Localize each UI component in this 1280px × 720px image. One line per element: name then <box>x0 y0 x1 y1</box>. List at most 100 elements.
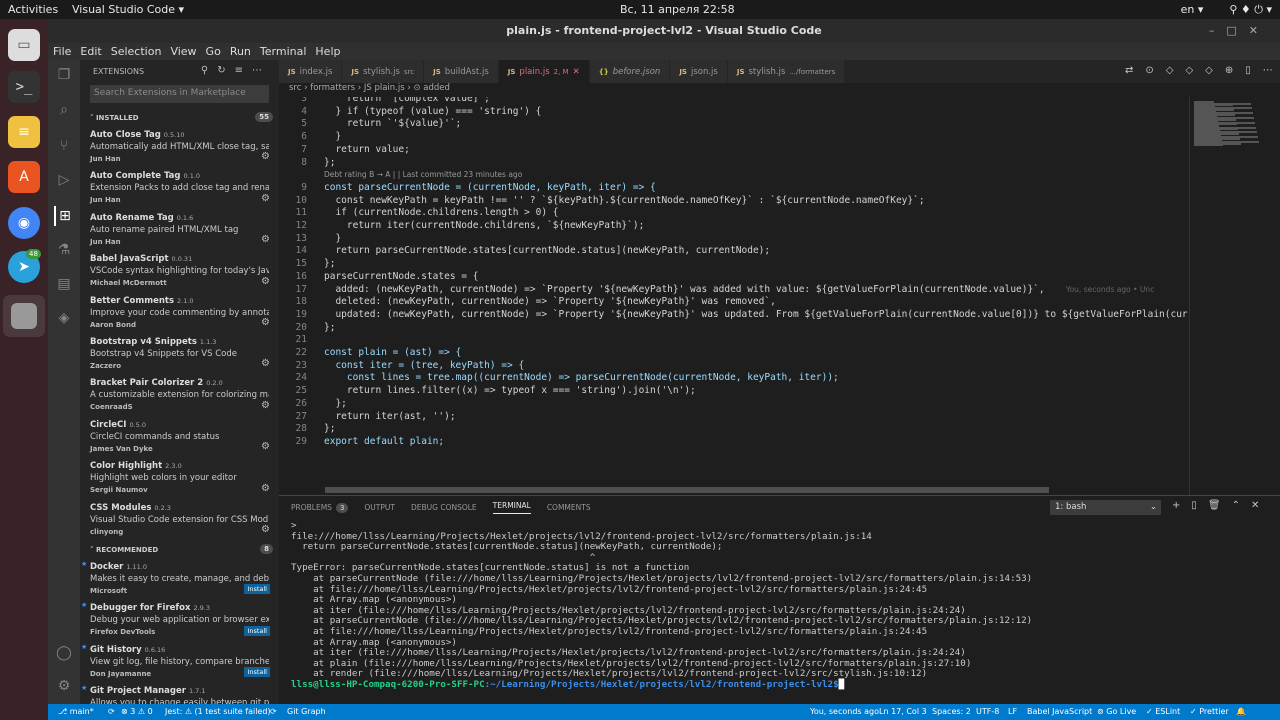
extension-item[interactable]: Better Comments 2.1.0 Improve your code co… <box>80 293 279 334</box>
activities-button[interactable]: Activities <box>8 3 58 16</box>
extension-item[interactable]: Auto Close Tag 0.5.10 Automatically add HT… <box>80 127 279 168</box>
manage-gear-icon[interactable]: ⚙ <box>261 151 270 162</box>
system-tray[interactable]: en ▾ ⚲ ♦ ⏻ ▾ <box>1181 3 1272 17</box>
search-icon[interactable]: ⌕ <box>54 100 74 120</box>
extension-item[interactable]: ★ Docker 1.11.0 Makes it easy to create, ma… <box>80 559 279 600</box>
testing-icon[interactable]: ⚗ <box>54 240 74 260</box>
extension-item[interactable]: CSS Modules 0.2.3 Visual Studio Code exten… <box>80 500 279 541</box>
source-control-icon[interactable]: ⑂ <box>54 136 74 156</box>
indentation[interactable]: Spaces: 2 <box>932 707 971 716</box>
terminal-output[interactable]: > file:///home/llss/Learning/Projects/Hex… <box>291 520 1032 691</box>
manage-gear-icon[interactable]: ⚙ <box>261 400 270 411</box>
extensions-search-input[interactable]: Search Extensions in Marketplace <box>90 85 269 103</box>
panel-actions[interactable]: +▯🗑⌃✕ <box>1172 500 1270 511</box>
menu-run[interactable]: Run <box>230 43 251 60</box>
extension-item[interactable]: CircleCI 0.5.0 CircleCI commands and statu… <box>80 417 279 458</box>
sidebar-actions[interactable]: ⚲↻≡⋯ <box>201 65 271 76</box>
tab-plain-js[interactable]: JS plain.js 2, M ✕ <box>498 60 590 83</box>
install-button[interactable]: Install <box>244 667 270 678</box>
notes-icon[interactable]: ≡ <box>8 116 40 148</box>
terminal-prompt[interactable]: llss@llss-HP-Compaq-6200-Pro-SFF-PC:~/Le… <box>291 679 1032 691</box>
go-live-button[interactable]: ⊚ Go Live <box>1097 707 1136 716</box>
panel-tab-debug-console[interactable]: DEBUG CONSOLE <box>411 503 477 512</box>
extension-item[interactable]: ★ Git Project Manager 1.7.1 Allows you to c… <box>80 683 279 704</box>
recommended-section-header[interactable]: ˅ RECOMMENDED 8 <box>80 541 279 559</box>
panel-tab-problems[interactable]: PROBLEMS 3 <box>291 502 349 513</box>
software-center-icon[interactable]: A <box>8 161 40 193</box>
run-debug-icon[interactable]: ▷ <box>54 170 74 190</box>
manage-gear-icon[interactable]: ⚙ <box>261 234 270 245</box>
language-indicator[interactable]: en ▾ <box>1181 3 1204 17</box>
sync-icon[interactable]: ⟳ <box>108 707 115 716</box>
breadcrumb[interactable]: src › formatters › JS plain.js › ⊙ added <box>279 83 1280 97</box>
vscode-icon[interactable] <box>3 295 45 337</box>
extension-item[interactable]: Bootstrap v4 Snippets 1.1.3 Bootstrap v4 S… <box>80 334 279 375</box>
manage-gear-icon[interactable]: ⚙ <box>261 276 270 287</box>
extension-item[interactable]: Auto Rename Tag 0.1.6 Auto rename paired H… <box>80 210 279 251</box>
cursor-position[interactable]: Ln 17, Col 3 <box>879 707 927 716</box>
panel-tab-terminal[interactable]: TERMINAL <box>492 501 531 514</box>
menu-go[interactable]: Go <box>206 43 221 60</box>
install-button[interactable]: Install <box>244 584 270 595</box>
extension-item[interactable]: Color Highlight 2.3.0 Highlight web colors… <box>80 458 279 499</box>
horizontal-scrollbar[interactable] <box>325 487 1049 493</box>
terminal-select[interactable]: 1: bash ⌄ <box>1050 500 1161 515</box>
manage-gear-icon[interactable]: ⚙ <box>261 193 270 204</box>
tab-buildAst-js[interactable]: JS buildAst.js <box>424 60 499 83</box>
extension-item[interactable]: Bracket Pair Colorizer 2 0.2.0 A customiza… <box>80 375 279 416</box>
menu-selection[interactable]: Selection <box>111 43 162 60</box>
codelens[interactable]: Debt rating B → A | | Last committed 23 … <box>324 170 522 179</box>
window-controls[interactable]: –□✕ <box>1209 19 1270 43</box>
menu-help[interactable]: Help <box>315 43 340 60</box>
tab-json-js[interactable]: JS json.js <box>670 60 728 83</box>
explorer-icon[interactable]: ❐ <box>54 65 74 85</box>
tab-before-json[interactable]: {} before.json <box>589 60 671 83</box>
blame-info[interactable]: You, seconds ago <box>810 707 879 716</box>
extensions-icon[interactable]: ⊞ <box>54 206 74 226</box>
notifications-icon[interactable]: 🔔 <box>1236 707 1246 716</box>
extension-item[interactable]: Auto Complete Tag 0.1.0 Extension Packs to… <box>80 168 279 209</box>
panel-tab-comments[interactable]: COMMENTS <box>547 503 591 512</box>
editor-actions[interactable]: ⇄⊙◇◇◇⊕▯⋯ <box>1125 65 1280 76</box>
extension-item[interactable]: ★ Debugger for Firefox 2.9.3 Debug your web… <box>80 600 279 641</box>
manage-gear-icon[interactable]: ⚙ <box>261 524 270 535</box>
close-icon[interactable]: ✕ <box>573 67 580 77</box>
tab-index-js[interactable]: JS index.js <box>279 60 343 83</box>
eol[interactable]: LF <box>1008 707 1017 716</box>
minimap[interactable] <box>1189 97 1280 495</box>
jest-icon[interactable]: ⟳ <box>270 707 277 716</box>
manage-gear-icon[interactable]: ⚙ <box>261 317 270 328</box>
remote-explorer-icon[interactable]: ▤ <box>54 274 74 294</box>
manage-gear-icon[interactable]: ⚙ <box>261 358 270 369</box>
app-menu[interactable]: Visual Studio Code ▾ <box>72 3 184 16</box>
manage-gear-icon[interactable]: ⚙ <box>261 441 270 452</box>
system-menu-icons[interactable]: ⚲ ♦ ⏻ ▾ <box>1229 3 1272 17</box>
menu-edit[interactable]: Edit <box>80 43 101 60</box>
chrome-icon[interactable]: ◉ <box>8 207 40 239</box>
prettier-status[interactable]: ✓ Prettier <box>1190 707 1229 716</box>
docker-icon[interactable]: ◈ <box>54 308 74 328</box>
extension-item[interactable]: Babel JavaScript 0.0.31 VSCode syntax high… <box>80 251 279 292</box>
encoding[interactable]: UTF-8 <box>976 707 999 716</box>
accounts-icon[interactable]: ◯ <box>54 643 74 663</box>
problems-indicator[interactable]: ⊗ 3 ⚠ 0 <box>121 707 153 716</box>
eslint-status[interactable]: ✓ ESLint <box>1146 707 1180 716</box>
installed-section-header[interactable]: ˅ INSTALLED 55 <box>80 109 279 127</box>
extension-item[interactable]: ★ Git History 0.6.16 View git log, file his… <box>80 642 279 683</box>
menu-file[interactable]: File <box>53 43 71 60</box>
settings-gear-icon[interactable]: ⚙ <box>54 676 74 696</box>
git-graph-button[interactable]: Git Graph <box>287 707 326 716</box>
branch-indicator[interactable]: ⎇ main* <box>58 707 94 716</box>
install-button[interactable]: Install <box>244 625 270 636</box>
terminal-icon[interactable]: >_ <box>8 71 40 103</box>
menu-view[interactable]: View <box>170 43 196 60</box>
tab-stylish-js[interactable]: JS stylish.js src <box>342 60 425 83</box>
manage-gear-icon[interactable]: ⚙ <box>261 483 270 494</box>
jest-status[interactable]: Jest: ⚠ (1 test suite failed) <box>165 707 271 716</box>
menu-terminal[interactable]: Terminal <box>260 43 307 60</box>
tab-stylish-js[interactable]: JS stylish.js .../formatters <box>727 60 846 83</box>
files-icon[interactable]: ▭ <box>8 29 40 61</box>
code-editor[interactable]: 3 return '[complex value]'; 4 } if (typeo… <box>279 97 1189 495</box>
clock[interactable]: Вс, 11 апреля 22:58 <box>620 3 735 16</box>
language-mode[interactable]: Babel JavaScript <box>1027 707 1092 716</box>
